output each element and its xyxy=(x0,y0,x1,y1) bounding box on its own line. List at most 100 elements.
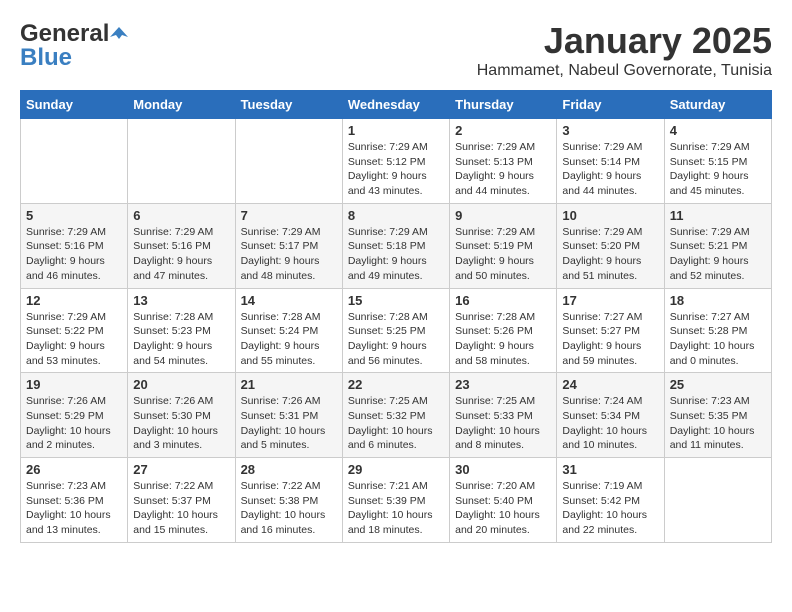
day-info: Sunrise: 7:29 AM Sunset: 5:12 PM Dayligh… xyxy=(348,140,444,199)
day-info: Sunrise: 7:26 AM Sunset: 5:30 PM Dayligh… xyxy=(133,394,229,453)
page-header: General Blue January 2025 Hammamet, Nabe… xyxy=(20,20,772,80)
calendar-cell: 2 Sunrise: 7:29 AM Sunset: 5:13 PM Daylig… xyxy=(450,119,557,204)
calendar-cell: 29Sunrise: 7:21 AM Sunset: 5:39 PM Dayli… xyxy=(342,458,449,543)
calendar-cell: 31Sunrise: 7:19 AM Sunset: 5:42 PM Dayli… xyxy=(557,458,664,543)
day-info: Sunrise: 7:28 AM Sunset: 5:26 PM Dayligh… xyxy=(455,310,551,369)
logo-blue: Blue xyxy=(20,44,72,72)
calendar-cell: 14 Sunrise: 7:28 AM Sunset: 5:24 PM Dayli… xyxy=(235,288,342,373)
day-info: Sunrise: 7:23 AM Sunset: 5:35 PM Dayligh… xyxy=(670,394,766,453)
day-info: Sunrise: 7:28 AM Sunset: 5:24 PM Dayligh… xyxy=(241,310,337,369)
calendar-week-row: 1 Sunrise: 7:29 AM Sunset: 5:12 PM Daylig… xyxy=(21,119,772,204)
calendar-cell: 20Sunrise: 7:26 AM Sunset: 5:30 PM Dayli… xyxy=(128,373,235,458)
calendar-cell: 7 Sunrise: 7:29 AM Sunset: 5:17 PM Daylig… xyxy=(235,203,342,288)
day-number: 13 xyxy=(133,293,229,308)
calendar-cell: 19 Sunrise: 7:26 AM Sunset: 5:29 PM Dayli… xyxy=(21,373,128,458)
calendar-cell: 22Sunrise: 7:25 AM Sunset: 5:32 PM Dayli… xyxy=(342,373,449,458)
day-info: Sunrise: 7:25 AM Sunset: 5:33 PM Dayligh… xyxy=(455,394,551,453)
day-info: Sunrise: 7:29 AM Sunset: 5:17 PM Dayligh… xyxy=(241,225,337,284)
calendar-cell: 10 Sunrise: 7:29 AM Sunset: 5:20 PM Dayli… xyxy=(557,203,664,288)
calendar-cell xyxy=(21,119,128,204)
calendar-week-row: 26Sunrise: 7:23 AM Sunset: 5:36 PM Dayli… xyxy=(21,458,772,543)
weekday-header: Sunday xyxy=(21,91,128,119)
day-info: Sunrise: 7:29 AM Sunset: 5:14 PM Dayligh… xyxy=(562,140,658,199)
calendar-table: SundayMondayTuesdayWednesdayThursdayFrid… xyxy=(20,90,772,543)
day-info: Sunrise: 7:28 AM Sunset: 5:25 PM Dayligh… xyxy=(348,310,444,369)
calendar-cell xyxy=(664,458,771,543)
day-number: 31 xyxy=(562,462,658,477)
calendar-cell: 25Sunrise: 7:23 AM Sunset: 5:35 PM Dayli… xyxy=(664,373,771,458)
day-number: 6 xyxy=(133,208,229,223)
calendar-cell: 5 Sunrise: 7:29 AM Sunset: 5:16 PM Daylig… xyxy=(21,203,128,288)
calendar-cell: 21 Sunrise: 7:26 AM Sunset: 5:31 PM Dayli… xyxy=(235,373,342,458)
weekday-header: Wednesday xyxy=(342,91,449,119)
calendar-cell: 26Sunrise: 7:23 AM Sunset: 5:36 PM Dayli… xyxy=(21,458,128,543)
day-info: Sunrise: 7:29 AM Sunset: 5:13 PM Dayligh… xyxy=(455,140,551,199)
day-number: 12 xyxy=(26,293,122,308)
day-info: Sunrise: 7:28 AM Sunset: 5:23 PM Dayligh… xyxy=(133,310,229,369)
day-number: 3 xyxy=(562,123,658,138)
day-number: 28 xyxy=(241,462,337,477)
day-number: 4 xyxy=(670,123,766,138)
day-info: Sunrise: 7:27 AM Sunset: 5:27 PM Dayligh… xyxy=(562,310,658,369)
day-number: 9 xyxy=(455,208,551,223)
weekday-header: Friday xyxy=(557,91,664,119)
calendar-cell: 12 Sunrise: 7:29 AM Sunset: 5:22 PM Dayli… xyxy=(21,288,128,373)
day-info: Sunrise: 7:29 AM Sunset: 5:16 PM Dayligh… xyxy=(133,225,229,284)
weekday-header: Saturday xyxy=(664,91,771,119)
calendar-cell: 18Sunrise: 7:27 AM Sunset: 5:28 PM Dayli… xyxy=(664,288,771,373)
calendar-cell: 15 Sunrise: 7:28 AM Sunset: 5:25 PM Dayli… xyxy=(342,288,449,373)
day-number: 21 xyxy=(241,377,337,392)
day-number: 1 xyxy=(348,123,444,138)
day-number: 19 xyxy=(26,377,122,392)
calendar-cell xyxy=(128,119,235,204)
calendar-cell: 24Sunrise: 7:24 AM Sunset: 5:34 PM Dayli… xyxy=(557,373,664,458)
day-number: 18 xyxy=(670,293,766,308)
calendar-week-row: 12 Sunrise: 7:29 AM Sunset: 5:22 PM Dayli… xyxy=(21,288,772,373)
logo: General Blue xyxy=(20,20,129,72)
calendar-cell: 4 Sunrise: 7:29 AM Sunset: 5:15 PM Daylig… xyxy=(664,119,771,204)
day-number: 27 xyxy=(133,462,229,477)
day-info: Sunrise: 7:29 AM Sunset: 5:16 PM Dayligh… xyxy=(26,225,122,284)
day-info: Sunrise: 7:29 AM Sunset: 5:15 PM Dayligh… xyxy=(670,140,766,199)
day-number: 24 xyxy=(562,377,658,392)
day-number: 29 xyxy=(348,462,444,477)
day-info: Sunrise: 7:25 AM Sunset: 5:32 PM Dayligh… xyxy=(348,394,444,453)
day-number: 11 xyxy=(670,208,766,223)
calendar-cell: 11 Sunrise: 7:29 AM Sunset: 5:21 PM Dayli… xyxy=(664,203,771,288)
day-info: Sunrise: 7:29 AM Sunset: 5:22 PM Dayligh… xyxy=(26,310,122,369)
day-info: Sunrise: 7:26 AM Sunset: 5:31 PM Dayligh… xyxy=(241,394,337,453)
day-number: 7 xyxy=(241,208,337,223)
title-block: January 2025 Hammamet, Nabeul Governorat… xyxy=(477,20,772,80)
day-number: 10 xyxy=(562,208,658,223)
day-number: 30 xyxy=(455,462,551,477)
weekday-header: Monday xyxy=(128,91,235,119)
calendar-cell: 16 Sunrise: 7:28 AM Sunset: 5:26 PM Dayli… xyxy=(450,288,557,373)
calendar-cell xyxy=(235,119,342,204)
calendar-week-row: 5 Sunrise: 7:29 AM Sunset: 5:16 PM Daylig… xyxy=(21,203,772,288)
day-number: 8 xyxy=(348,208,444,223)
day-info: Sunrise: 7:22 AM Sunset: 5:38 PM Dayligh… xyxy=(241,479,337,538)
day-info: Sunrise: 7:29 AM Sunset: 5:19 PM Dayligh… xyxy=(455,225,551,284)
day-number: 5 xyxy=(26,208,122,223)
calendar-cell: 3 Sunrise: 7:29 AM Sunset: 5:14 PM Daylig… xyxy=(557,119,664,204)
logo-bird-icon xyxy=(110,25,128,43)
day-info: Sunrise: 7:29 AM Sunset: 5:21 PM Dayligh… xyxy=(670,225,766,284)
month-title: January 2025 xyxy=(477,20,772,62)
calendar-cell: 23 Sunrise: 7:25 AM Sunset: 5:33 PM Dayli… xyxy=(450,373,557,458)
calendar-cell: 8Sunrise: 7:29 AM Sunset: 5:18 PM Daylig… xyxy=(342,203,449,288)
day-number: 23 xyxy=(455,377,551,392)
weekday-header: Tuesday xyxy=(235,91,342,119)
calendar-cell: 9 Sunrise: 7:29 AM Sunset: 5:19 PM Daylig… xyxy=(450,203,557,288)
calendar-cell: 17Sunrise: 7:27 AM Sunset: 5:27 PM Dayli… xyxy=(557,288,664,373)
day-number: 14 xyxy=(241,293,337,308)
calendar-cell: 13 Sunrise: 7:28 AM Sunset: 5:23 PM Dayli… xyxy=(128,288,235,373)
day-number: 15 xyxy=(348,293,444,308)
calendar-cell: 6 Sunrise: 7:29 AM Sunset: 5:16 PM Daylig… xyxy=(128,203,235,288)
day-info: Sunrise: 7:26 AM Sunset: 5:29 PM Dayligh… xyxy=(26,394,122,453)
day-number: 16 xyxy=(455,293,551,308)
calendar-week-row: 19 Sunrise: 7:26 AM Sunset: 5:29 PM Dayli… xyxy=(21,373,772,458)
day-info: Sunrise: 7:29 AM Sunset: 5:20 PM Dayligh… xyxy=(562,225,658,284)
calendar-cell: 30Sunrise: 7:20 AM Sunset: 5:40 PM Dayli… xyxy=(450,458,557,543)
day-number: 2 xyxy=(455,123,551,138)
calendar-header-row: SundayMondayTuesdayWednesdayThursdayFrid… xyxy=(21,91,772,119)
